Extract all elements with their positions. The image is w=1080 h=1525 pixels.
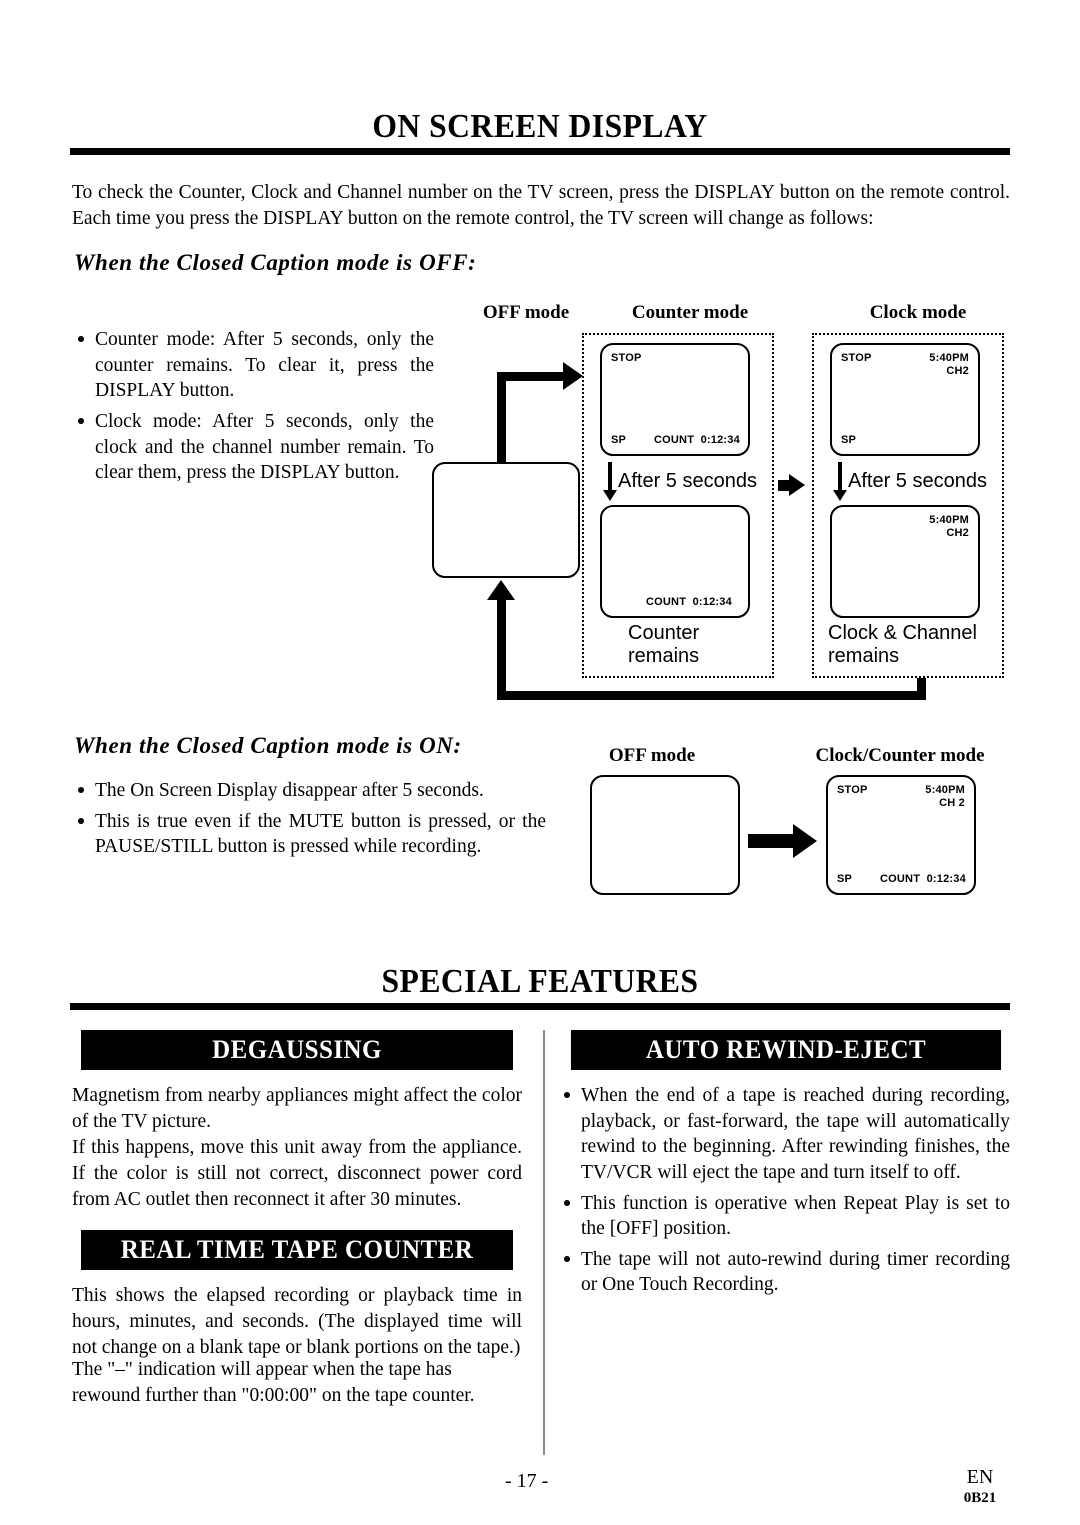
degaussing-paragraph-1: Magnetism from nearby appliances might a… bbox=[72, 1085, 522, 1132]
osd-status-text: STOP bbox=[611, 352, 642, 364]
flow-arrow-off-to-counter-head bbox=[563, 362, 583, 390]
tv-screen-clock-counter-mode: STOP 5:40PM CH 2 SP COUNT 0:12:34 bbox=[826, 775, 976, 895]
flow-arrow-counter-to-clock-head bbox=[789, 474, 805, 496]
intro-paragraph: To check the Counter, Clock and Channel … bbox=[72, 182, 1010, 229]
flow-arrow-lower-shaft bbox=[748, 834, 796, 848]
subheading-cc-off: When the Closed Caption mode is OFF: bbox=[74, 250, 477, 275]
banner-degaussing: DEGAUSSING bbox=[81, 1030, 513, 1070]
osd-channel-text: CH 2 bbox=[939, 797, 965, 809]
footer-page-number: - 17 - bbox=[505, 1470, 549, 1492]
tv-screen-off-mode-lower bbox=[590, 775, 740, 895]
banner-auto-rewind-eject: AUTO REWIND-EJECT bbox=[570, 1030, 1002, 1070]
after5-arrow-clock-head bbox=[833, 490, 847, 501]
footer-code: 0B21 bbox=[963, 1490, 997, 1506]
subheading-cc-on: When the Closed Caption mode is ON: bbox=[74, 733, 462, 758]
diagram2-label-clock-counter-mode: Clock/Counter mode bbox=[815, 745, 985, 766]
flow-arrow-off-to-counter-horizontal bbox=[497, 372, 569, 381]
after5-arrow-counter-head bbox=[603, 490, 617, 501]
return-arrow-horizontal bbox=[497, 691, 926, 700]
return-arrow-head bbox=[487, 580, 515, 600]
degaussing-paragraph-2: If this happens, move this unit away fro… bbox=[72, 1137, 522, 1210]
return-arrow-vertical-left bbox=[497, 600, 506, 695]
bullet-list-cc-off: Counter mode: After 5 seconds, only the … bbox=[76, 327, 434, 491]
title-rule-2 bbox=[70, 1003, 1010, 1010]
osd-time-text: 5:40PM bbox=[925, 784, 965, 796]
bullet-list-auto-rewind-eject: When the end of a tape is reached during… bbox=[562, 1083, 1010, 1303]
list-item: This is true even if the MUTE button is … bbox=[76, 809, 546, 860]
osd-status-text: STOP bbox=[841, 352, 872, 364]
tv-screen-counter-mode-top: STOP SP COUNT 0:12:34 bbox=[600, 343, 750, 456]
page-title-special-features: SPECIAL FEATURES bbox=[381, 963, 699, 1000]
osd-counter-text: COUNT 0:12:34 bbox=[654, 434, 740, 447]
title-rule-1 bbox=[70, 148, 1010, 155]
tape-counter-paragraph-1: This shows the elapsed recording or play… bbox=[72, 1285, 522, 1358]
page-title-on-screen-display: ON SCREEN DISPLAY bbox=[372, 108, 708, 145]
list-item: Clock mode: After 5 seconds, only the cl… bbox=[76, 409, 434, 486]
caption-clock-channel-remains: Clock & Channel remains bbox=[828, 622, 977, 667]
after5-label-counter: After 5 seconds bbox=[618, 470, 757, 492]
osd-speed-text: SP bbox=[841, 434, 857, 447]
osd-counter-text: COUNT 0:12:34 bbox=[646, 596, 732, 609]
osd-status-text: STOP bbox=[837, 784, 868, 796]
tv-screen-clock-mode-bottom: 5:40PM CH2 bbox=[830, 505, 980, 618]
banner-real-time-tape-counter: REAL TIME TAPE COUNTER bbox=[81, 1230, 513, 1270]
caption-counter-remains: Counter remains bbox=[628, 622, 700, 667]
column-divider bbox=[543, 1030, 545, 1455]
after5-label-clock: After 5 seconds bbox=[848, 470, 987, 492]
tv-screen-counter-mode-bottom: COUNT 0:12:34 bbox=[600, 505, 750, 618]
flow-arrow-lower-head bbox=[793, 824, 817, 858]
list-item: The On Screen Display disappear after 5 … bbox=[76, 778, 546, 804]
list-item: This function is operative when Repeat P… bbox=[562, 1191, 1010, 1242]
osd-speed-text: SP bbox=[837, 873, 853, 886]
diagram-label-clock-mode: Clock mode bbox=[869, 302, 967, 323]
bullet-list-cc-on: The On Screen Display disappear after 5 … bbox=[76, 778, 546, 865]
document-page: ON SCREEN DISPLAY To check the Counter, … bbox=[0, 0, 1080, 1525]
diagram-label-off-mode: OFF mode bbox=[482, 302, 570, 323]
tv-screen-off-mode-upper bbox=[432, 462, 580, 578]
list-item: Counter mode: After 5 seconds, only the … bbox=[76, 327, 434, 404]
osd-channel-text: CH2 bbox=[946, 365, 969, 377]
list-item: When the end of a tape is reached during… bbox=[562, 1083, 1010, 1186]
flow-arrow-off-to-counter-vertical bbox=[497, 378, 506, 464]
footer-language: EN bbox=[966, 1466, 994, 1488]
diagram-label-counter-mode: Counter mode bbox=[631, 302, 749, 323]
osd-time-text: 5:40PM bbox=[929, 514, 969, 526]
tv-screen-clock-mode-top: STOP 5:40PM CH2 SP bbox=[830, 343, 980, 456]
osd-channel-text: CH2 bbox=[946, 527, 969, 539]
osd-time-text: 5:40PM bbox=[929, 352, 969, 364]
diagram2-label-off-mode: OFF mode bbox=[608, 745, 696, 766]
tape-counter-paragraph-2: The "–" indication will appear when the … bbox=[72, 1359, 475, 1406]
list-item: The tape will not auto-rewind during tim… bbox=[562, 1247, 1010, 1298]
osd-speed-text: SP bbox=[611, 434, 627, 447]
osd-counter-text: COUNT 0:12:34 bbox=[880, 873, 966, 886]
